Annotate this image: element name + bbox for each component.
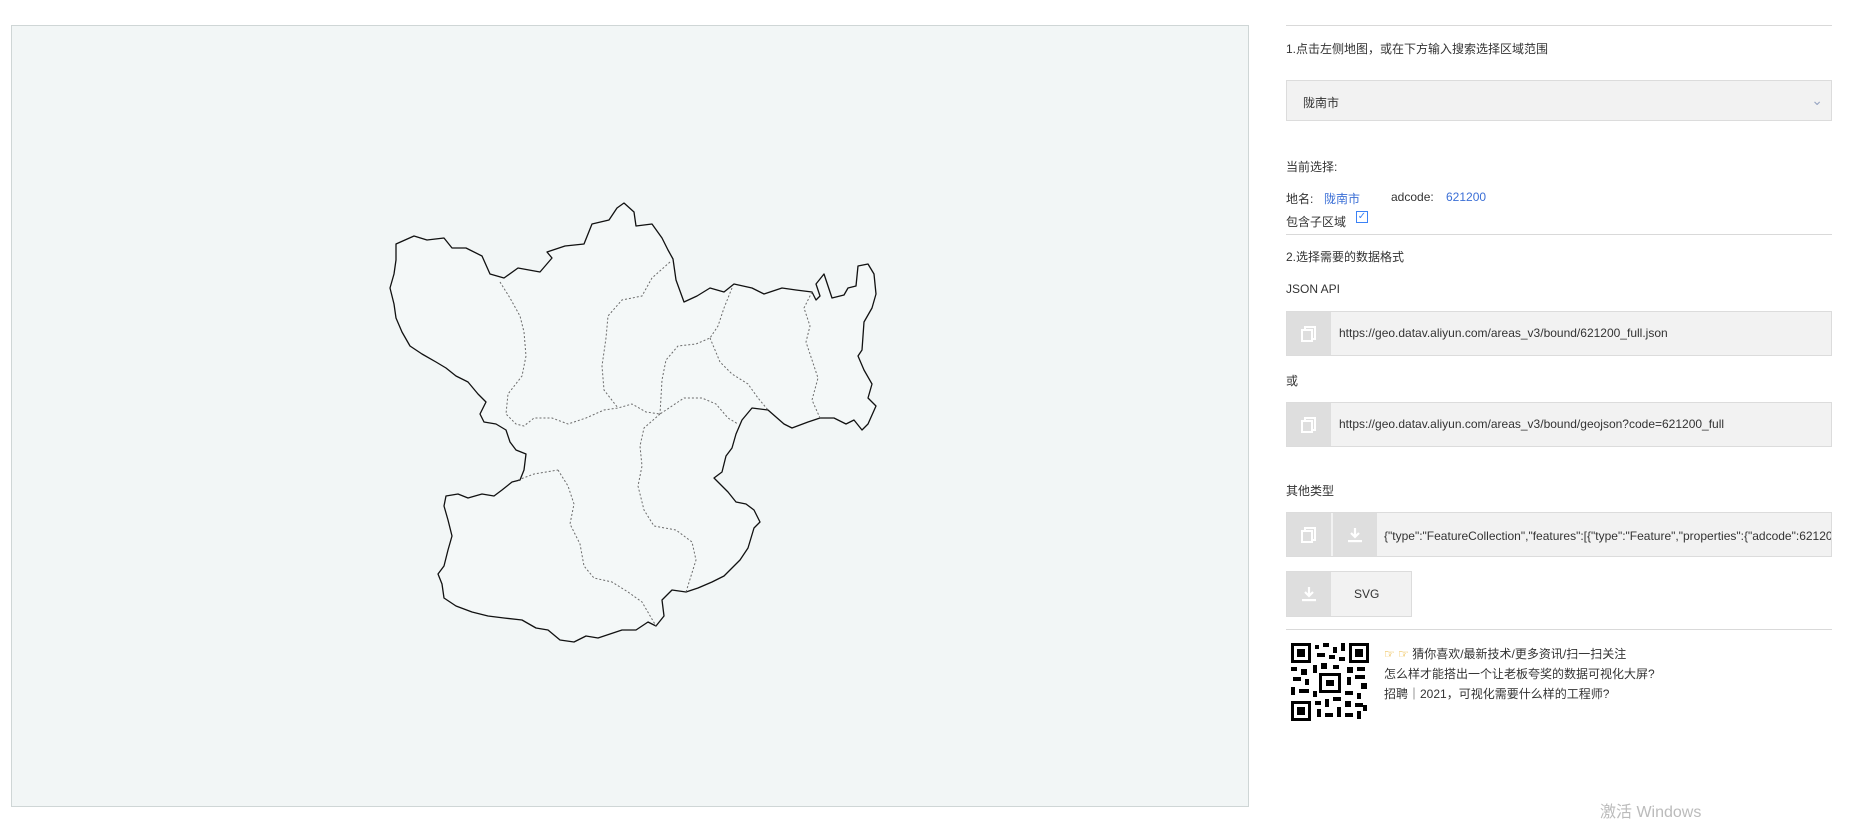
promo-text-1: 猜你喜欢/最新技术/更多资讯/扫一扫关注: [1412, 647, 1627, 661]
activation-watermark: 激活 Windows: [1600, 804, 1702, 821]
download-svg-icon-cell: [1287, 572, 1331, 616]
step2-instruction: 2.选择需要的数据格式: [1286, 250, 1405, 264]
divider: [1286, 629, 1832, 630]
geojson-preview-text[interactable]: {"type":"FeatureCollection","features":[…: [1384, 527, 1831, 544]
promo-link-2[interactable]: 怎么样才能搭出一个让老板夸奖的数据可视化大屏?: [1384, 665, 1655, 682]
region-map[interactable]: [12, 26, 1250, 808]
download-icon: [1348, 527, 1362, 542]
divider: [1286, 234, 1832, 235]
copy-geojson-button[interactable]: [1287, 513, 1331, 556]
pointing-hand-icon: ☞: [1384, 647, 1395, 661]
json-api-label: JSON API: [1286, 282, 1341, 296]
geojson-api-url[interactable]: https://geo.datav.aliyun.com/areas_v3/bo…: [1339, 417, 1724, 431]
copy-icon: [1301, 526, 1316, 543]
divider: [1286, 25, 1832, 26]
name-value[interactable]: 陇南市: [1324, 190, 1360, 207]
geojson-api-url-box[interactable]: https://geo.datav.aliyun.com/areas_v3/bo…: [1286, 402, 1832, 447]
current-selection-label: 当前选择:: [1286, 160, 1338, 174]
copy-icon: [1301, 416, 1316, 433]
checkbox-check-icon: ✓: [1357, 211, 1367, 222]
region-select-value: 陇南市: [1303, 96, 1340, 110]
or-label: 或: [1286, 374, 1299, 388]
step1-instruction: 1.点击左侧地图，或在下方输入搜索选择区域范围: [1286, 42, 1549, 56]
qr-code-icon: [1291, 643, 1369, 721]
map-panel[interactable]: [11, 25, 1249, 807]
copy-url1-button[interactable]: [1287, 312, 1331, 355]
adcode-label: adcode:: [1391, 190, 1434, 204]
promo-line-1[interactable]: ☞ ☞ 猜你喜欢/最新技术/更多资讯/扫一扫关注: [1384, 645, 1626, 662]
adcode-value[interactable]: 621200: [1446, 190, 1486, 204]
region-select[interactable]: 陇南市 ⌄: [1286, 80, 1832, 121]
sidebar: 1.点击左侧地图，或在下方输入搜索选择区域范围 陇南市 ⌄ 当前选择: 地名: …: [1286, 0, 1832, 808]
download-geojson-button[interactable]: [1333, 513, 1377, 556]
pointing-hand-icon: ☞: [1398, 647, 1409, 661]
chevron-down-icon: ⌄: [1811, 92, 1823, 108]
name-label: 地名:: [1286, 192, 1314, 206]
download-svg-button[interactable]: SVG: [1286, 571, 1412, 617]
svg-label: SVG: [1354, 587, 1380, 601]
json-api-url-box[interactable]: https://geo.datav.aliyun.com/areas_v3/bo…: [1286, 311, 1832, 356]
promo-link-3[interactable]: 招聘｜2021，可视化需要什么样的工程师?: [1384, 685, 1609, 702]
copy-icon: [1301, 325, 1316, 342]
json-api-url[interactable]: https://geo.datav.aliyun.com/areas_v3/bo…: [1339, 326, 1668, 340]
region-outline[interactable]: [389, 202, 877, 643]
other-types-label: 其他类型: [1286, 484, 1335, 498]
geojson-preview-box[interactable]: {"type":"FeatureCollection","features":[…: [1286, 512, 1832, 557]
copy-url2-button[interactable]: [1287, 403, 1331, 446]
include-subregions-label: 包含子区域: [1286, 215, 1347, 229]
download-icon: [1302, 587, 1316, 602]
include-subregions-checkbox[interactable]: ✓: [1356, 211, 1368, 223]
